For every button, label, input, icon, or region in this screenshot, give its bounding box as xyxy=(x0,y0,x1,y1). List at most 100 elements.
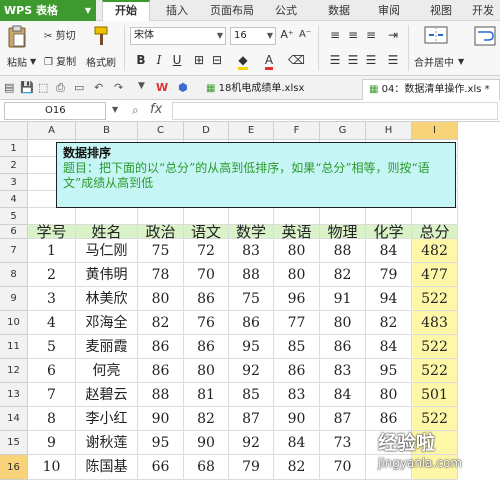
table-cell[interactable]: 陈国基 xyxy=(76,455,138,480)
align-top-icon[interactable]: ≡ xyxy=(328,27,342,43)
chevron-down-icon[interactable]: ▼ xyxy=(30,57,36,66)
cloud-icon[interactable]: ⬢ xyxy=(178,81,188,94)
undo-icon[interactable]: ↶ xyxy=(94,81,103,94)
row-header[interactable]: 8 xyxy=(0,263,28,287)
table-cell[interactable]: 88 xyxy=(320,239,366,263)
align-left-icon[interactable]: ☰ xyxy=(328,52,342,68)
indent-icon[interactable]: ⇥ xyxy=(386,27,400,43)
tab-formulas[interactable]: 公式 xyxy=(275,0,297,21)
table-cell[interactable]: 86 xyxy=(184,287,229,311)
row-header[interactable]: 15 xyxy=(0,431,28,455)
table-cell[interactable]: 78 xyxy=(138,263,184,287)
column-header[interactable]: E xyxy=(229,122,274,140)
tab-view[interactable]: 视图 xyxy=(430,0,452,21)
table-cell[interactable]: 92 xyxy=(229,359,274,383)
merge-center-button[interactable] xyxy=(424,25,448,45)
table-header-cell[interactable]: 英语 xyxy=(274,225,320,240)
table-cell[interactable]: 90 xyxy=(184,431,229,455)
increase-font-icon[interactable]: A⁺ xyxy=(280,27,294,43)
table-cell[interactable]: 84 xyxy=(366,239,412,263)
select-all-corner[interactable] xyxy=(0,122,28,140)
tab-review[interactable]: 审阅 xyxy=(378,0,400,21)
table-header-cell[interactable]: 总分 xyxy=(412,225,458,240)
table-cell[interactable]: 80 xyxy=(320,311,366,335)
column-header[interactable]: B xyxy=(76,122,138,140)
tab-data[interactable]: 数据 xyxy=(328,0,350,21)
fill-color-icon[interactable]: ◆ xyxy=(236,52,250,70)
row-header[interactable]: 2 xyxy=(0,157,28,174)
row-header[interactable]: 14 xyxy=(0,407,28,431)
table-cell[interactable]: 84 xyxy=(320,383,366,407)
align-right-icon[interactable]: ☰ xyxy=(364,52,378,68)
table-cell[interactable]: 75 xyxy=(229,287,274,311)
table-cell[interactable]: 10 xyxy=(28,455,76,480)
font-size-select[interactable]: 16 ▼ xyxy=(230,27,276,45)
table-cell[interactable]: 80 xyxy=(274,263,320,287)
copy-button[interactable]: ❐ 复制 xyxy=(44,53,76,68)
chevron-down-icon[interactable]: ▼ xyxy=(138,81,145,91)
column-header[interactable]: F xyxy=(274,122,320,140)
font-name-select[interactable]: 宋体 ▼ xyxy=(130,27,226,45)
row-header[interactable]: 4 xyxy=(0,191,28,208)
table-cell[interactable]: 91 xyxy=(320,287,366,311)
table-cell[interactable]: 83 xyxy=(229,239,274,263)
redo-icon[interactable]: ↷ xyxy=(114,81,123,94)
column-header[interactable]: C xyxy=(138,122,184,140)
table-cell[interactable]: 83 xyxy=(274,383,320,407)
tab-developer[interactable]: 开发 xyxy=(472,0,494,21)
table-cell[interactable]: 522 xyxy=(412,335,458,359)
table-cell[interactable]: 70 xyxy=(184,263,229,287)
row-header[interactable]: 5 xyxy=(0,208,28,225)
chevron-down-icon[interactable]: ▼ xyxy=(458,57,464,66)
table-cell[interactable]: 82 xyxy=(138,311,184,335)
table-cell[interactable]: 80 xyxy=(138,287,184,311)
table-cell[interactable]: 501 xyxy=(412,383,458,407)
table-cell[interactable]: 6 xyxy=(28,359,76,383)
table-cell[interactable]: 73 xyxy=(320,431,366,455)
row-header[interactable]: 6 xyxy=(0,225,28,239)
name-box[interactable]: O16 xyxy=(4,102,106,120)
table-cell[interactable]: 86 xyxy=(229,311,274,335)
row-header[interactable]: 9 xyxy=(0,287,28,311)
table-cell[interactable]: 85 xyxy=(229,383,274,407)
table-cell[interactable]: 7 xyxy=(28,383,76,407)
table-cell[interactable]: 80 xyxy=(366,383,412,407)
new-file-icon[interactable]: ▤ xyxy=(4,81,14,94)
table-cell[interactable]: 84 xyxy=(366,335,412,359)
table-cell[interactable]: 85 xyxy=(274,335,320,359)
clear-format-icon[interactable]: ⌫ xyxy=(288,52,305,68)
column-header[interactable]: A xyxy=(28,122,76,140)
table-cell[interactable]: 68 xyxy=(184,455,229,480)
table-header-cell[interactable]: 化学 xyxy=(366,225,412,240)
column-header[interactable]: D xyxy=(184,122,229,140)
table-cell[interactable]: 86 xyxy=(184,335,229,359)
table-cell[interactable]: 8 xyxy=(28,407,76,431)
table-cell[interactable]: 9 xyxy=(28,431,76,455)
table-cell[interactable]: 90 xyxy=(274,407,320,431)
formula-input[interactable] xyxy=(172,102,498,120)
table-cell[interactable]: 3 xyxy=(28,287,76,311)
table-cell[interactable]: 86 xyxy=(320,335,366,359)
tab-page-layout[interactable]: 页面布局 xyxy=(210,0,254,21)
row-header[interactable]: 7 xyxy=(0,239,28,263)
table-cell[interactable]: 88 xyxy=(229,263,274,287)
table-cell[interactable]: 1 xyxy=(28,239,76,263)
table-cell[interactable]: 522 xyxy=(412,359,458,383)
table-cell[interactable]: 82 xyxy=(184,407,229,431)
bold-button[interactable]: B xyxy=(134,52,148,68)
table-cell[interactable]: 2 xyxy=(28,263,76,287)
row-header[interactable]: 12 xyxy=(0,359,28,383)
table-cell[interactable]: 95 xyxy=(366,359,412,383)
table-header-cell[interactable]: 学号 xyxy=(28,225,76,240)
table-cell[interactable]: 482 xyxy=(412,239,458,263)
chevron-down-icon[interactable]: ▼ xyxy=(112,105,118,114)
column-header[interactable]: H xyxy=(366,122,412,140)
column-header[interactable]: I xyxy=(412,122,458,140)
table-cell[interactable]: 87 xyxy=(320,407,366,431)
table-cell[interactable]: 88 xyxy=(138,383,184,407)
table-cell[interactable]: 86 xyxy=(274,359,320,383)
column-header[interactable]: G xyxy=(320,122,366,140)
table-cell[interactable]: 86 xyxy=(138,335,184,359)
table-cell[interactable]: 477 xyxy=(412,263,458,287)
save-icon[interactable]: 💾 xyxy=(20,81,34,94)
